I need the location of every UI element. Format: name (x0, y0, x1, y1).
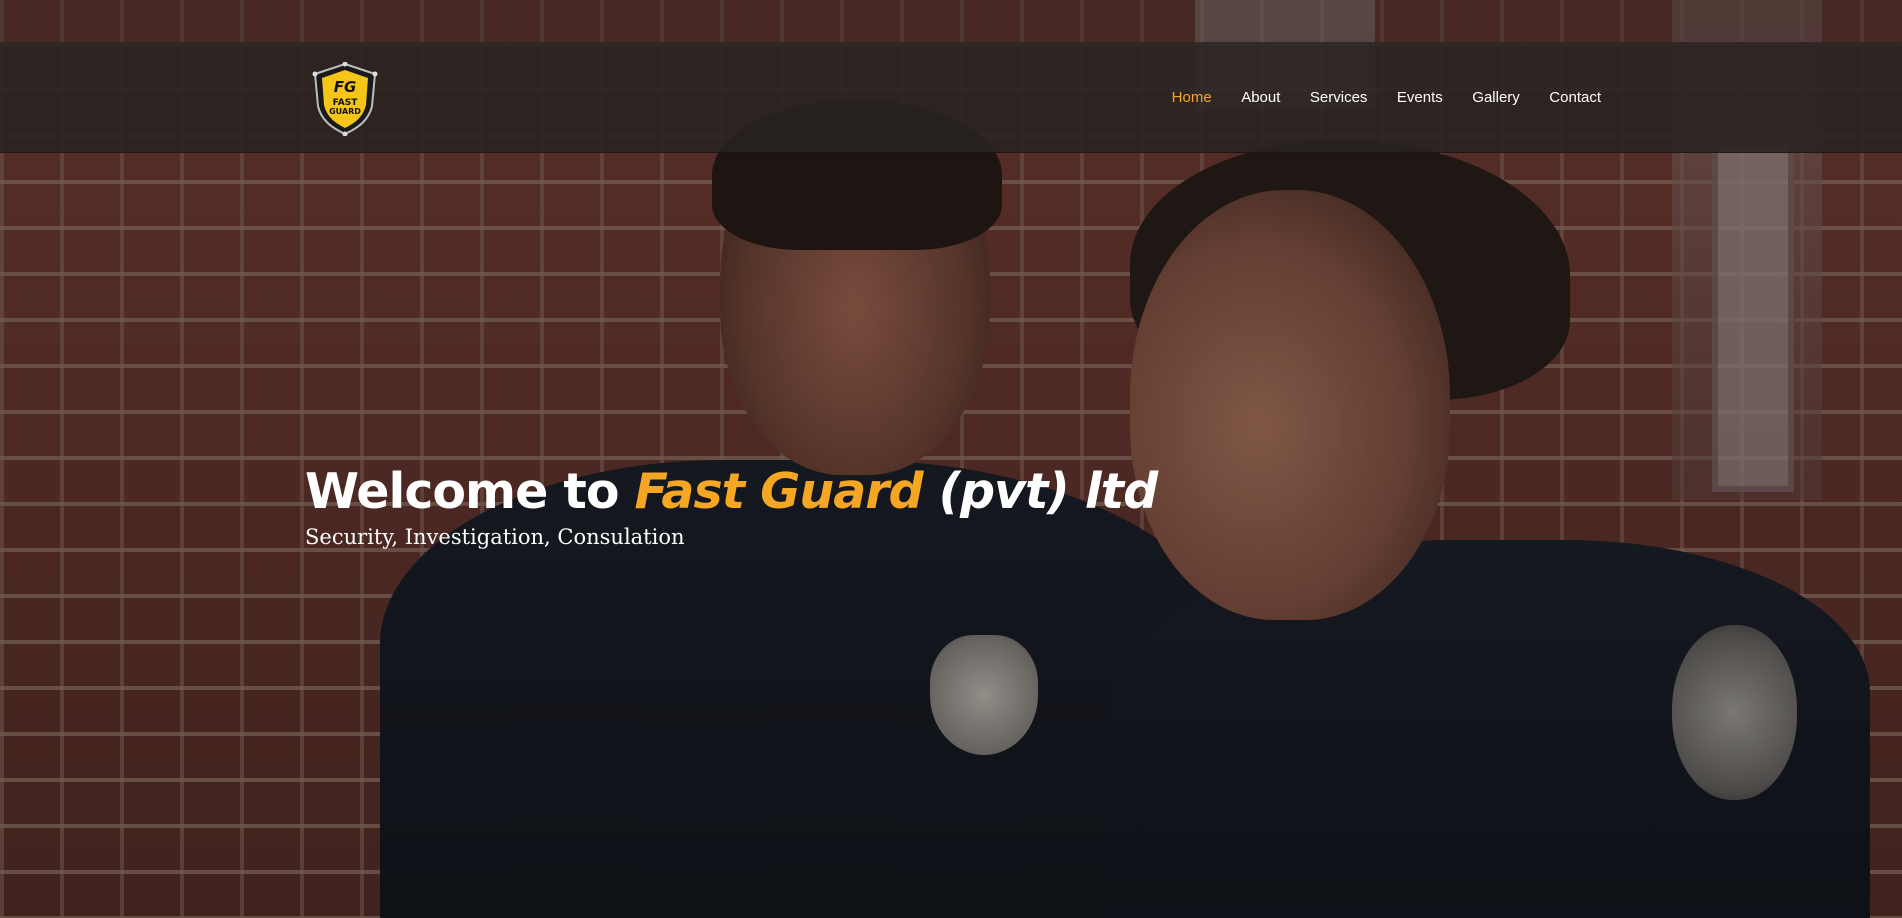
navbar: FG FAST GUARD Home About Services Events… (0, 42, 1902, 153)
nav-item-gallery[interactable]: Gallery (1472, 89, 1520, 106)
site-logo[interactable]: FG FAST GUARD (312, 61, 378, 137)
logo-monogram: FG (334, 78, 357, 96)
nav-item-contact[interactable]: Contact (1549, 89, 1601, 106)
hero-title-brand: Fast Guard (634, 463, 924, 520)
hero-title: Welcome to Fast Guard (pvt) ltd (305, 463, 1159, 520)
hero-subtitle: Security, Investigation, Consulation (305, 525, 685, 549)
nav-item-home[interactable]: Home (1172, 89, 1212, 106)
top-strip (0, 0, 1902, 42)
page: FG FAST GUARD Home About Services Events… (0, 0, 1902, 918)
logo-line-2: GUARD (329, 107, 361, 116)
hero-title-suffix: (pvt) ltd (922, 463, 1159, 520)
hero-title-prefix: Welcome to (305, 463, 635, 520)
nav-item-about[interactable]: About (1241, 89, 1280, 106)
shield-logo-icon: FG FAST GUARD (312, 61, 378, 137)
main-nav: Home About Services Events Gallery Conta… (1142, 42, 1601, 152)
nav-item-events[interactable]: Events (1397, 89, 1443, 106)
nav-item-services[interactable]: Services (1310, 89, 1368, 106)
